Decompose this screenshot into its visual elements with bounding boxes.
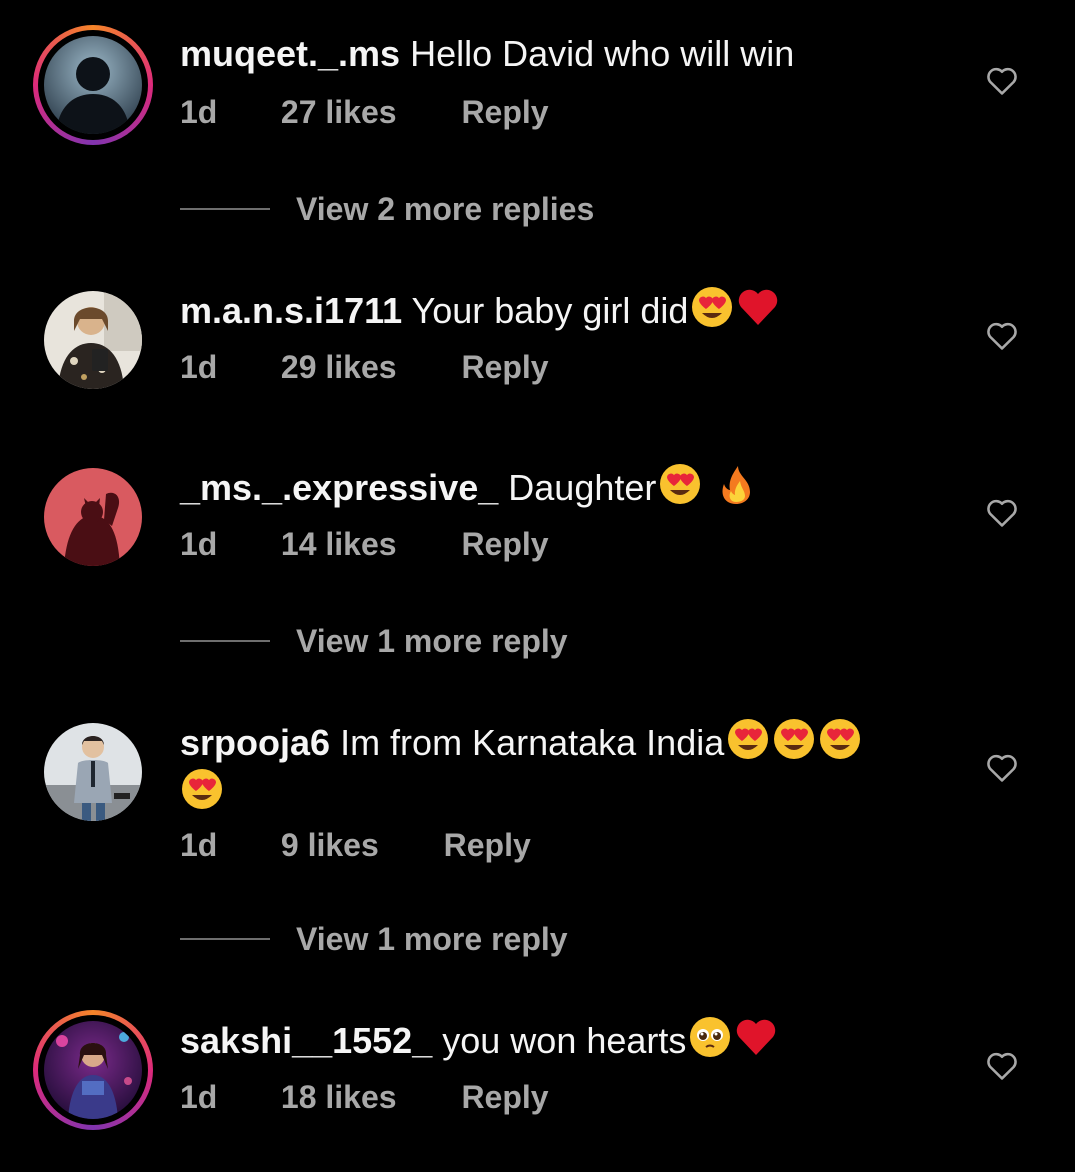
comment-text: srpooja6 Im from Karnataka India <box>180 717 940 817</box>
red-heart-emoji <box>736 285 780 329</box>
fire-emoji <box>714 462 758 506</box>
avatar[interactable] <box>44 468 142 566</box>
comment-likes[interactable]: 9 likes <box>281 827 379 864</box>
heart-outline-icon[interactable] <box>985 319 1019 351</box>
pleading-face-emoji <box>688 1015 732 1059</box>
view-replies-label: View 2 more replies <box>296 190 595 227</box>
reply-button[interactable]: Reply <box>461 94 548 131</box>
reply-button[interactable]: Reply <box>461 526 548 563</box>
view-replies-label: View 1 more reply <box>296 920 568 957</box>
comment-likes[interactable]: 29 likes <box>281 349 397 386</box>
comment-meta: 1d 18 likes Reply <box>180 1079 549 1116</box>
heart-outline-icon[interactable] <box>985 64 1019 96</box>
heart-outline-icon[interactable] <box>985 1049 1019 1081</box>
heart-eyes-emoji <box>658 462 702 506</box>
heart-eyes-emoji <box>772 717 816 761</box>
view-replies-button[interactable]: View 1 more reply <box>180 919 568 959</box>
comment-likes[interactable]: 14 likes <box>281 526 397 563</box>
heart-outline-icon[interactable] <box>985 751 1019 783</box>
comment-meta: 1d 29 likes Reply <box>180 349 549 386</box>
comment-body: Your baby girl did <box>411 290 689 331</box>
thread-line <box>180 938 270 940</box>
avatar[interactable] <box>44 723 142 821</box>
thread-line <box>180 640 270 642</box>
comment-meta: 1d 27 likes Reply <box>180 94 549 131</box>
reply-button[interactable]: Reply <box>444 827 531 864</box>
view-replies-button[interactable]: View 2 more replies <box>180 189 594 229</box>
heart-eyes-emoji <box>180 767 224 811</box>
comment-meta: 1d 14 likes Reply <box>180 526 549 563</box>
view-replies-button[interactable]: View 1 more reply <box>180 621 568 661</box>
comment-body: Hello David who will win <box>410 33 795 74</box>
comment-text: m.a.n.s.i1711 Your baby girl did <box>180 285 780 335</box>
view-replies-label: View 1 more reply <box>296 622 568 659</box>
comment-likes[interactable]: 18 likes <box>281 1079 397 1116</box>
comment-username[interactable]: srpooja6 <box>180 722 330 763</box>
comment-time: 1d <box>180 827 218 863</box>
comment-meta: 1d 9 likes Reply <box>180 827 531 864</box>
comment-time: 1d <box>180 1079 218 1115</box>
comment-username[interactable]: muqeet._.ms <box>180 33 400 74</box>
comment-username[interactable]: _ms._.expressive_ <box>180 467 498 508</box>
avatar[interactable] <box>44 36 142 134</box>
comment-time: 1d <box>180 349 218 385</box>
comment-text: sakshi__1552_ you won hearts <box>180 1015 778 1065</box>
red-heart-emoji <box>734 1015 778 1059</box>
comment-username[interactable]: sakshi__1552_ <box>180 1020 432 1061</box>
comment-body: Daughter <box>508 467 657 508</box>
comment-body: Im from Karnataka India <box>340 722 725 763</box>
heart-eyes-emoji <box>818 717 862 761</box>
reply-button[interactable]: Reply <box>461 349 548 386</box>
comment-text: _ms._.expressive_ Daughter <box>180 462 758 512</box>
reply-button[interactable]: Reply <box>461 1079 548 1116</box>
thread-line <box>180 208 270 210</box>
comment-likes[interactable]: 27 likes <box>281 94 397 131</box>
comment-username[interactable]: m.a.n.s.i1711 <box>180 290 402 331</box>
comment-time: 1d <box>180 94 218 130</box>
heart-outline-icon[interactable] <box>985 496 1019 528</box>
heart-eyes-emoji <box>726 717 770 761</box>
heart-eyes-emoji <box>690 285 734 329</box>
avatar[interactable] <box>44 1021 142 1119</box>
comment-text: muqeet._.ms Hello David who will win <box>180 30 794 78</box>
comment-body: you won hearts <box>442 1020 687 1061</box>
avatar[interactable] <box>44 291 142 389</box>
comment-time: 1d <box>180 526 218 562</box>
